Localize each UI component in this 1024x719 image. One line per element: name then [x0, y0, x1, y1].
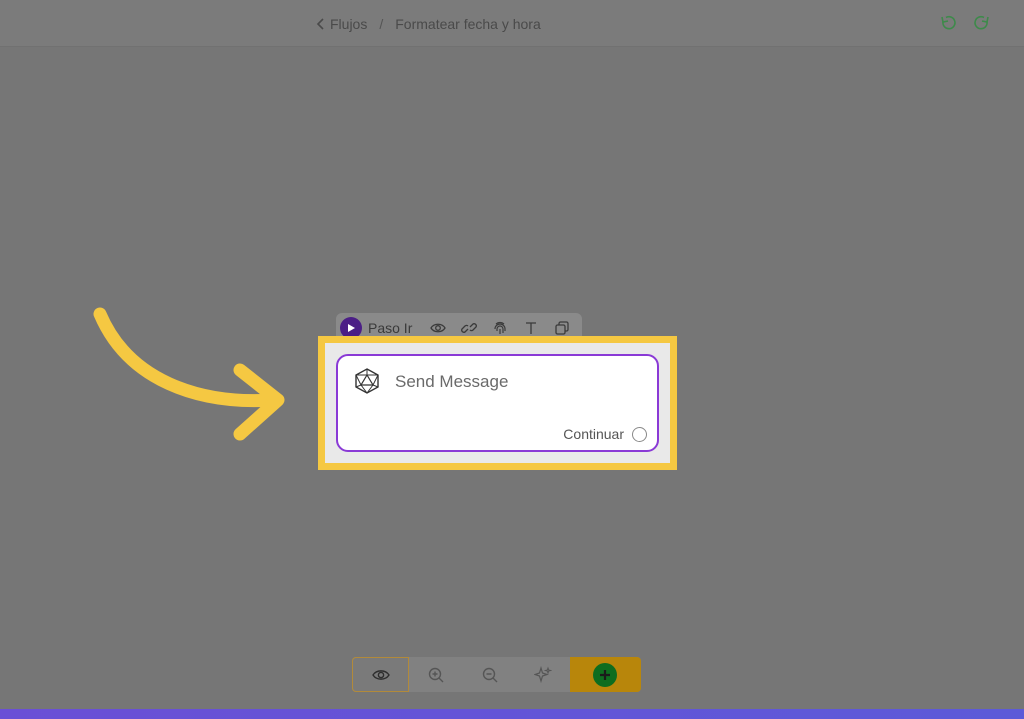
- annotation-arrow-icon: [93, 307, 285, 441]
- undo-button[interactable]: [938, 13, 958, 33]
- step-label: Paso Ir: [368, 320, 413, 336]
- node-title: Send Message: [395, 372, 509, 391]
- breadcrumb-flows-label: Flujos: [330, 16, 368, 32]
- sparkles-icon: [534, 665, 553, 683]
- icosahedron-icon: [355, 368, 379, 394]
- output-handle[interactable]: [632, 426, 647, 442]
- back-to-flows-link[interactable]: Flujos: [316, 16, 367, 32]
- play-icon: [348, 324, 355, 332]
- redo-icon: [974, 15, 989, 30]
- link-icon: [461, 323, 477, 333]
- top-bar: Flujos / Formatear fecha y hora: [0, 0, 1024, 47]
- redo-button[interactable]: [972, 13, 992, 33]
- text-icon: [526, 322, 536, 334]
- chevron-left-icon: [316, 18, 324, 30]
- node-output: Continuar: [563, 426, 647, 442]
- add-step-button[interactable]: [569, 657, 641, 692]
- eye-icon: [371, 669, 390, 680]
- eye-icon: [430, 323, 446, 333]
- breadcrumb-current: Formatear fecha y hora: [395, 16, 541, 32]
- zoom-out-button[interactable]: [463, 657, 516, 692]
- add-circle: [593, 662, 618, 687]
- footer-gradient-bar: [0, 709, 1024, 719]
- zoom-in-button[interactable]: [409, 657, 462, 692]
- zoom-out-icon: [482, 667, 498, 682]
- fingerprint-icon: [494, 321, 506, 334]
- breadcrumb: Flujos / Formatear fecha y hora: [316, 14, 541, 34]
- plus-icon: [600, 669, 611, 680]
- send-message-node[interactable]: Send Message Continuar: [336, 354, 659, 452]
- preview-button[interactable]: [352, 657, 410, 692]
- copy-icon: [555, 321, 569, 335]
- undo-icon: [941, 15, 956, 30]
- breadcrumb-separator: /: [379, 16, 384, 32]
- canvas-toolbar: [352, 657, 641, 692]
- auto-arrange-button[interactable]: [516, 657, 569, 692]
- output-label: Continuar: [563, 426, 624, 442]
- zoom-in-icon: [428, 667, 444, 682]
